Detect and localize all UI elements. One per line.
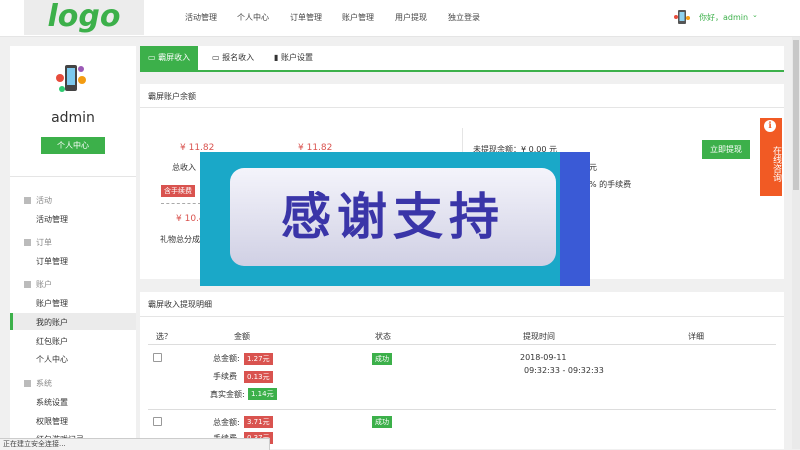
sidebar-item-system-settings[interactable]: 系统设置: [36, 397, 68, 408]
total-amount-label: 总金额:: [213, 354, 240, 363]
status-badge: 成功: [372, 353, 392, 365]
real-amount-label: 真实金额:: [210, 390, 245, 399]
nav-personal-center[interactable]: 个人中心: [237, 12, 269, 23]
total-amount-label: 总金额:: [213, 418, 240, 427]
nav-activity-manage[interactable]: 活动管理: [185, 12, 217, 23]
total-amount-badge: 1.27元: [244, 353, 273, 365]
sidebar-item-activity-manage[interactable]: 活动管理: [36, 214, 68, 225]
col-header-detail: 详细: [688, 332, 704, 341]
withdraw-date: 2018-09-11: [520, 353, 567, 362]
list-icon: [24, 239, 31, 246]
nav-user-withdraw[interactable]: 用户提现: [395, 12, 427, 23]
sidebar-group-label: 活动: [36, 196, 52, 205]
site-logo[interactable]: logo: [24, 0, 144, 35]
browser-status-bar: 正在建立安全连接...: [0, 438, 270, 450]
detail-panel-header: [140, 292, 784, 317]
sidebar-item-permission-manage[interactable]: 权限管理: [36, 416, 68, 427]
banner-text: 感谢支持: [281, 188, 505, 246]
sidebar-item-personal-center[interactable]: 个人中心: [36, 354, 68, 365]
balance-panel-title: 霸屏账户余额: [148, 92, 196, 101]
scrollbar-thumb[interactable]: [793, 40, 799, 190]
withdraw-time: 09:32:33 - 09:32:33: [524, 366, 604, 375]
col-header-time: 提现时间: [523, 332, 555, 341]
nav-independent-login[interactable]: 独立登录: [448, 12, 480, 23]
real-amount-badge: 1.14元: [248, 388, 277, 400]
sidebar-item-my-account[interactable]: 我的账户: [36, 317, 68, 328]
yuan-label: 元: [589, 163, 597, 172]
tab-screen-income[interactable]: ▭ 霸屏收入: [140, 46, 199, 70]
balance-panel-header: [140, 84, 784, 108]
tab-signup-income[interactable]: ▭ 报名收入: [204, 46, 262, 70]
gift-share-label: 礼物总分成: [160, 235, 200, 244]
chevron-down-icon[interactable]: ⌄: [752, 11, 758, 19]
dashed-divider: [161, 203, 201, 204]
detail-panel-title: 霸屏收入提现明细: [148, 300, 212, 309]
user-greeting[interactable]: 你好，admin: [699, 12, 748, 23]
sidebar-active-highlight: [10, 313, 136, 330]
fee-note: % 的手续费: [589, 180, 632, 189]
status-badge: 成功: [372, 416, 392, 428]
sidebar-group-order: 订单: [24, 237, 52, 248]
list-icon: [24, 197, 31, 204]
col-header-status: 状态: [375, 332, 391, 341]
header-divider: [148, 344, 776, 345]
withdraw-now-button[interactable]: 立即提现: [702, 140, 750, 159]
sidebar-group-account: 账户: [24, 279, 52, 290]
user-avatar-icon[interactable]: [673, 8, 691, 26]
sidebar-group-activity: 活动: [24, 195, 52, 206]
fee-included-badge: 含手续费: [161, 185, 195, 197]
user-icon: [24, 281, 31, 288]
money-icon: ▭: [148, 53, 159, 62]
total-income-label: 总收入: [172, 163, 196, 172]
sidebar-item-account-manage[interactable]: 账户管理: [36, 298, 68, 309]
document-icon: ▮: [274, 53, 281, 62]
sidebar-group-system: 系统: [24, 378, 52, 389]
tab-label: 霸屏收入: [158, 53, 191, 62]
nav-order-manage[interactable]: 订单管理: [290, 12, 322, 23]
fee-label: 手续费: [213, 372, 237, 381]
col-header-select: 选？: [156, 332, 172, 341]
info-icon: ℹ: [764, 120, 776, 132]
money-icon: ▭: [212, 53, 223, 62]
tab-label: 账户设置: [280, 53, 313, 62]
tab-account-settings[interactable]: ▮ 账户设置: [266, 46, 321, 70]
col-header-amount: 金额: [234, 332, 250, 341]
row-select-checkbox[interactable]: [153, 353, 162, 362]
sidebar-item-redpacket-account[interactable]: 红包账户: [36, 336, 68, 347]
row-divider: [148, 409, 776, 410]
sidebar-username: admin: [51, 110, 95, 126]
sidebar-item-order-manage[interactable]: 订单管理: [36, 256, 68, 267]
profile-avatar-icon: [56, 65, 86, 92]
banner-accent: [560, 152, 590, 286]
sidebar-group-label: 订单: [36, 238, 52, 247]
gear-icon: [24, 380, 31, 387]
tab-label: 报名收入: [222, 53, 255, 62]
total-amount-badge: 3.71元: [244, 416, 273, 428]
sidebar-divider: [10, 176, 136, 177]
personal-center-button[interactable]: 个人中心: [41, 137, 105, 154]
online-consult-label[interactable]: 在线咨询: [760, 136, 782, 192]
nav-account-manage[interactable]: 账户管理: [342, 12, 374, 23]
row-select-checkbox[interactable]: [153, 417, 162, 426]
sidebar-group-label: 系统: [36, 379, 52, 388]
fee-badge: 0.13元: [244, 371, 273, 383]
sidebar-group-label: 账户: [36, 280, 52, 289]
